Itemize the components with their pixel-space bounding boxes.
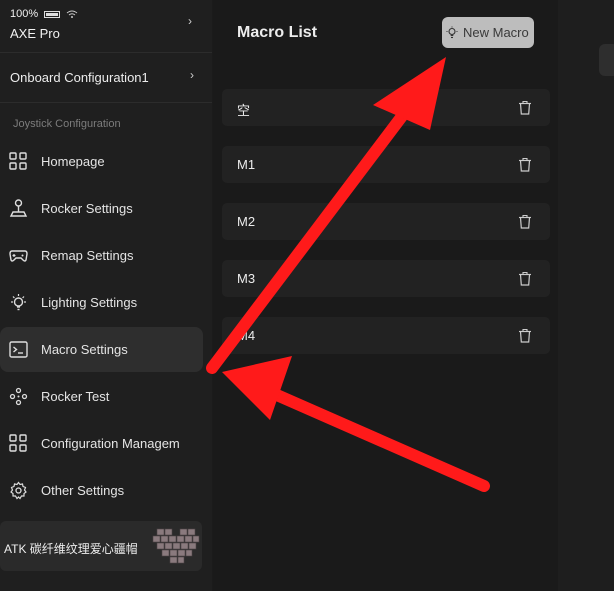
macro-row[interactable]: 空 <box>222 89 550 126</box>
sidebar-item-label: Configuration Managem <box>41 436 180 451</box>
sidebar-item-lighting-settings[interactable]: Lighting Settings <box>0 280 203 325</box>
terminal-icon <box>9 341 28 358</box>
status-bar: 100% <box>10 8 78 20</box>
sidebar-item-rocker-settings[interactable]: Rocker Settings <box>0 186 203 231</box>
sidebar-item-label: Macro Settings <box>41 342 128 357</box>
macro-name: M4 <box>237 328 256 343</box>
sidebar-item-label: Rocker Test <box>41 389 110 404</box>
divider <box>0 102 212 103</box>
macro-name: 空 <box>237 103 251 118</box>
heart-keycap-icon <box>152 528 200 564</box>
sidebar-item-macro-settings[interactable]: Macro Settings <box>0 327 203 372</box>
sidebar-item-homepage[interactable]: Homepage <box>0 139 203 184</box>
battery-icon <box>44 10 61 18</box>
sidebar-item-label: Lighting Settings <box>41 295 138 310</box>
chevron-right-icon: › <box>190 68 194 82</box>
macro-row[interactable]: M4 <box>222 317 550 354</box>
trash-icon[interactable] <box>518 271 532 286</box>
sidebar-item-label: Homepage <box>41 154 105 169</box>
onboard-config-selector[interactable]: Onboard Configuration1 › <box>0 56 212 100</box>
dpad-icon <box>9 387 28 406</box>
trash-icon[interactable] <box>518 100 532 115</box>
macro-row[interactable]: M3 <box>222 260 550 297</box>
wifi-icon <box>66 10 78 18</box>
sidebar-item-label: Rocker Settings <box>41 201 133 216</box>
trash-icon[interactable] <box>518 157 532 172</box>
macro-row[interactable]: M2 <box>222 203 550 240</box>
side-button[interactable] <box>599 44 614 76</box>
trash-icon[interactable] <box>518 328 532 343</box>
grid-icon <box>9 152 27 170</box>
divider <box>0 52 212 53</box>
battery-percent: 100% <box>10 8 39 20</box>
gear-icon <box>10 481 27 500</box>
lightbulb-icon <box>446 26 458 39</box>
new-macro-label: New Macro <box>463 25 529 40</box>
device-name: AXE Pro <box>10 26 60 41</box>
page-title: Macro List <box>237 24 318 41</box>
grid-icon <box>9 434 27 452</box>
right-panel <box>558 0 614 591</box>
lightbulb-icon <box>11 294 26 311</box>
sidebar-item-rocker-test[interactable]: Rocker Test <box>0 374 203 419</box>
profile-card[interactable]: ATK 碳纤维纹理爱心疆帽 <box>0 521 202 571</box>
section-title: Joystick Configuration <box>13 118 121 130</box>
joystick-icon <box>9 199 28 217</box>
macro-name: M2 <box>237 214 256 229</box>
device-selector[interactable]: AXE Pro › <box>0 14 210 50</box>
macro-row[interactable]: M1 <box>222 146 550 183</box>
macro-name: M3 <box>237 271 256 286</box>
profile-name: ATK 碳纤维纹理爱心疆帽 <box>4 542 138 556</box>
sidebar-item-configuration-management[interactable]: Configuration Managem <box>0 421 203 466</box>
onboard-config-label: Onboard Configuration1 <box>10 70 149 85</box>
sidebar-item-remap-settings[interactable]: Remap Settings <box>0 233 203 278</box>
macro-name: M1 <box>237 157 256 172</box>
chevron-right-icon: › <box>188 14 192 28</box>
new-macro-button[interactable]: New Macro <box>442 17 534 48</box>
sidebar-item-other-settings[interactable]: Other Settings <box>0 468 203 513</box>
gamepad-icon <box>9 250 28 262</box>
sidebar-item-label: Other Settings <box>41 483 125 498</box>
macro-list-panel: Macro List New Macro 空 M1 M2 M3 M4 <box>213 0 558 591</box>
sidebar: 100% AXE Pro › Onboard Configuration1 › … <box>0 0 212 591</box>
sidebar-item-label: Remap Settings <box>41 248 134 263</box>
trash-icon[interactable] <box>518 214 532 229</box>
